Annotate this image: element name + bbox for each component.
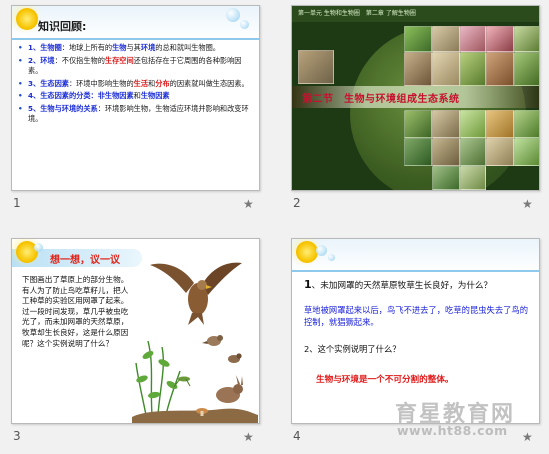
watermark-url: www.ht88.com (397, 423, 508, 438)
photo-tile (486, 138, 514, 166)
bubble-icon (240, 20, 249, 29)
slide-number: 4 (293, 429, 301, 443)
bullet-dot-icon: • (18, 78, 23, 88)
bullet-text-segment: ：地球上所有的 (61, 43, 113, 52)
bullet-item: • 1、生物圈：地球上所有的生物与其环境的总和就叫生物圈。 (18, 43, 254, 54)
grassland-food-web-illustration (132, 262, 258, 423)
bullet-dot-icon: • (18, 55, 23, 65)
bullet-text-segment: 5、生物与环境的关系 (28, 103, 98, 113)
photo-tile (432, 138, 460, 166)
star-icon[interactable]: ★ (243, 430, 254, 444)
photo-tile (460, 110, 486, 138)
star-icon[interactable]: ★ (522, 430, 533, 444)
slide-number: 3 (13, 429, 21, 443)
sun-icon (16, 8, 38, 30)
bullet-text-segment: 4、生态因素的分类：非生物因素 (28, 91, 134, 100)
header-divider (292, 270, 539, 272)
bubble-icon (34, 243, 43, 252)
bullet-dot-icon: • (18, 43, 23, 52)
slide-thumbnail-1[interactable]: 知识回顾: • 1、生物圈：地球上所有的生物与其环境的总和就叫生物圈。 • 2、环境：… (11, 5, 260, 191)
answer-1: 草地被网罩起来以后，鸟飞不进去了，吃草的昆虫失去了鸟的控制，就猖獗起来。 (304, 305, 529, 327)
bird-photo-tile (298, 50, 334, 84)
photo-tile (432, 52, 460, 86)
bullet-item: • 4、生态因素的分类：非生物因素和生物因素 (18, 91, 254, 102)
star-icon[interactable]: ★ (243, 197, 254, 211)
bullet-text-segment: 与其 (126, 43, 141, 52)
slide-thumbnail-3[interactable]: 想一想，议一议 下图画出了草原上的部分生物。 有人为了防止鸟吃草籽儿，把人工种草… (11, 238, 260, 424)
star-icon[interactable]: ★ (522, 197, 533, 211)
rabbit-icon (216, 375, 243, 403)
bullet-text-segment: ：环境中影响生物的 (68, 78, 134, 88)
bullet-text-segment: 分布 (155, 78, 170, 88)
bubble-icon (328, 254, 335, 261)
sparrow-icon (202, 335, 223, 346)
question-text: 下图画出了草原上的部分生物。 有人为了防止鸟吃草籽儿，把人工种草的实验区用网罩了… (22, 275, 133, 349)
soil-ground (132, 408, 258, 423)
slide-number: 2 (293, 196, 301, 210)
body-paragraph: 下图画出了草原上的部分生物。 有人为了防止鸟吃草籽儿，把人工种草的实验区用网罩了… (22, 275, 133, 348)
bullet-text-segment: 3、生态因素 (28, 78, 69, 88)
bubble-icon (316, 245, 327, 256)
photo-tile (486, 52, 514, 86)
insect-photo-tile (404, 138, 432, 166)
bullet-dot-icon: • (18, 91, 23, 100)
slide-title: 想一想，议一议 (50, 255, 120, 266)
photo-tile (514, 26, 539, 52)
bullet-text-segment: 生物因素 (140, 91, 170, 100)
question-number: 1 (304, 278, 312, 291)
photo-tile (460, 52, 486, 86)
photo-tile (404, 26, 432, 52)
bubble-icon (226, 8, 240, 22)
photo-tile (432, 110, 460, 138)
flower-photo-tile (486, 26, 514, 52)
bullet-text-segment: 2、环境 (28, 55, 55, 65)
slide-number: 1 (13, 196, 21, 210)
photo-tile (404, 110, 432, 138)
photo-tile (514, 138, 539, 166)
bullet-item: • 3、生态因素：环境中影响生物的生活和分布的因素就叫做生态因素。 (18, 79, 254, 90)
slide-title: 知识回顾: (38, 20, 87, 33)
photo-tile (404, 52, 432, 86)
slide-thumbnail-2[interactable]: 第一单元 生物和生物圈 第二章 了解生物圈 第二节 生物与环境组成生态系统 (291, 5, 540, 191)
flower-photo-tile (460, 26, 486, 52)
bullet-item: • 5、生物与环境的关系：环境影响生物，生物适应环境并影响和改变环境。 (18, 104, 254, 125)
answer-2: 生物与环境是一个不可分割的整体。 (316, 375, 454, 385)
bullet-text-segment: 环境 (140, 43, 156, 52)
header-divider (12, 38, 259, 40)
bullet-text-segment: 的因素就叫做生态因素。 (169, 78, 249, 88)
question-1: 1、未加网罩的天然草原牧草生长良好，为什么？ (304, 279, 534, 292)
bullet-text-segment: 生物 (112, 43, 127, 52)
photo-tile (460, 138, 486, 166)
section-title: 第二节 生物与环境组成生态系统 (302, 94, 460, 105)
bullet-text-segment: ：不仅指生物的 (54, 55, 105, 65)
photo-tile (432, 26, 460, 52)
photo-tile (514, 110, 539, 138)
photo-tile (460, 166, 486, 190)
bullet-text-segment: 的总和就叫生物圈。 (155, 43, 220, 52)
sun-icon (296, 241, 318, 263)
eagle-icon (150, 262, 242, 325)
bullet-text-segment: 1、生物圈 (28, 43, 62, 52)
photo-tile (486, 110, 514, 138)
bullet-text-segment: 生存空间 (104, 55, 134, 65)
bullet-list: • 1、生物圈：地球上所有的生物与其环境的总和就叫生物圈。 • 2、环境：不仅指生物的… (18, 43, 254, 127)
question-2: 2、这个实例说明了什么？ (304, 344, 401, 354)
bullet-dot-icon: • (18, 103, 23, 113)
photo-tile (432, 166, 460, 190)
question-text: 、未加网罩的天然草原牧草生长良好，为什么？ (311, 281, 493, 291)
sparrow-icon (228, 353, 242, 363)
bullet-item: • 2、环境：不仅指生物的生存空间还包括存在于它周围的各种影响因素。 (18, 56, 254, 77)
bullet-text-segment: 生活 (133, 78, 149, 88)
bullet-text-segment: 和 (133, 91, 141, 100)
unit-header: 第一单元 生物和生物圈 第二章 了解生物圈 (292, 6, 539, 22)
photo-tile (514, 52, 539, 86)
